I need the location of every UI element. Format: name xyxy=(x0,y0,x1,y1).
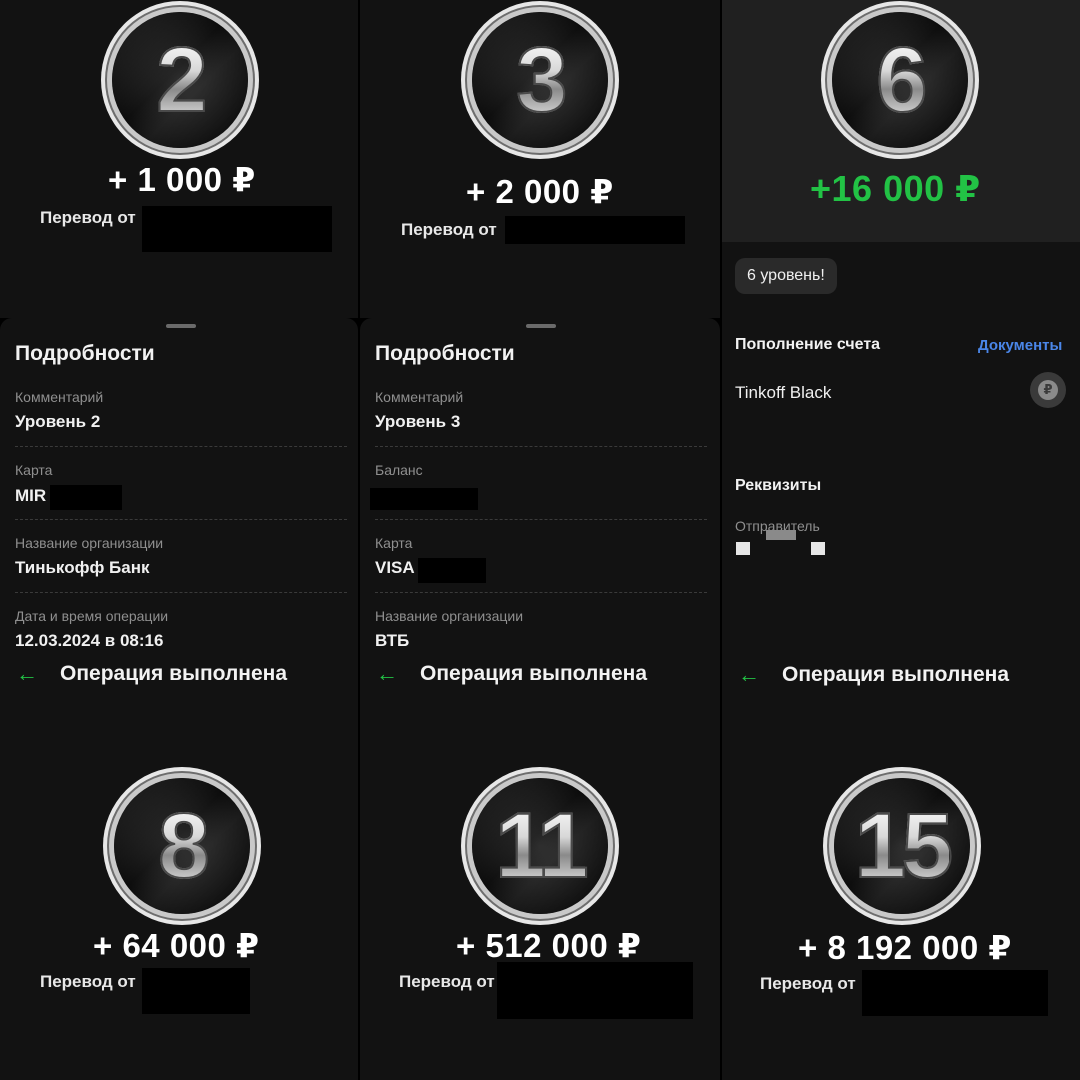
documents-link[interactable]: Документы xyxy=(978,337,1062,354)
level-11-panel: ← Операция выполнена 11 + 512 000 ₽ Пере… xyxy=(360,654,720,1080)
back-arrow-icon[interactable]: ← xyxy=(738,662,782,688)
masked-mark xyxy=(736,542,750,555)
redacted-balance xyxy=(370,488,478,510)
screen-title: Операция выполнена xyxy=(782,663,1010,686)
field-label: Комментарий xyxy=(15,389,104,405)
level-3-badge: 3 xyxy=(472,12,608,148)
field-value: Тинькофф Банк xyxy=(15,558,150,577)
sheet-title: Подробности xyxy=(15,342,155,365)
level-3-panel: 3 + 2 000 ₽ Перевод от xyxy=(360,0,720,318)
from-label: Перевод от xyxy=(40,208,136,227)
divider xyxy=(15,446,347,447)
screen-title: Операция выполнена xyxy=(420,662,648,685)
level-6-panel: 6 +16 000 ₽ xyxy=(722,0,1080,242)
level-number: 3 xyxy=(515,29,568,131)
back-arrow-icon[interactable]: ← xyxy=(376,661,420,687)
level-15-panel: ← Операция выполнена 15 + 8 192 000 ₽ Пе… xyxy=(722,654,1080,1080)
section-title-topup: Пополнение счета xyxy=(735,336,881,353)
from-label: Перевод от xyxy=(760,974,856,993)
amount: +16 000 ₽ xyxy=(810,168,981,209)
level-8-panel: ← Операция выполнена 8 + 64 000 ₽ Перево… xyxy=(0,654,358,1080)
field-value: VISA xyxy=(375,558,415,577)
from-label: Перевод от xyxy=(399,972,495,991)
field-label: Баланс xyxy=(375,462,423,478)
divider xyxy=(375,592,707,593)
from-label: Перевод от xyxy=(40,972,136,991)
level-number: 8 xyxy=(157,795,210,897)
details-sheet-b: Подробности Комментарий Уровень 3 Баланс… xyxy=(360,318,720,654)
field-value: Уровень 2 xyxy=(15,412,101,431)
divider xyxy=(375,446,707,447)
level-6-badge: 6 xyxy=(832,12,968,148)
field-label: Карта xyxy=(15,462,53,478)
account-name: Tinkoff Black xyxy=(735,383,832,402)
tinkoff-details: 6 уровень! Пополнение счета Документы Ti… xyxy=(722,242,1080,654)
back-row: ← Операция выполнена xyxy=(738,655,1009,695)
field-label: Название организации xyxy=(15,535,164,551)
ruble-icon: ₽ xyxy=(1030,372,1066,408)
back-row: ← Операция выполнена xyxy=(376,654,647,694)
redacted-sender xyxy=(142,206,332,252)
divider xyxy=(15,592,347,593)
level-2-panel: 2 + 1 000 ₽ Перевод от xyxy=(0,0,358,318)
redacted-card xyxy=(50,485,122,510)
field-value: MIR xyxy=(15,486,47,505)
amount: + 512 000 ₽ xyxy=(456,927,642,964)
level-number: 15 xyxy=(854,795,954,897)
amount: + 1 000 ₽ xyxy=(108,161,256,198)
redacted-sender xyxy=(497,962,693,1019)
from-label: Перевод от xyxy=(401,220,497,239)
field-value: 12.03.2024 в 08:16 xyxy=(15,631,164,650)
field-label: Дата и время операции xyxy=(15,608,169,624)
redacted-sender xyxy=(142,968,250,1014)
masked-mark xyxy=(811,542,825,555)
sheet-title: Подробности xyxy=(375,342,515,365)
level-number: 2 xyxy=(155,29,208,131)
amount: + 64 000 ₽ xyxy=(93,927,260,964)
level-8-badge: 8 xyxy=(114,778,250,914)
redacted-sender xyxy=(862,970,1048,1016)
back-row: ← Операция выполнена xyxy=(16,654,287,694)
field-value: Уровень 3 xyxy=(375,412,461,431)
level-number: 6 xyxy=(875,29,928,131)
masked-mark xyxy=(766,530,796,540)
field-value: ВТБ xyxy=(375,631,410,650)
level-chip: 6 уровень! xyxy=(735,258,837,294)
level-15-badge: 15 xyxy=(834,778,970,914)
section-title-requisites: Реквизиты xyxy=(735,477,822,494)
divider xyxy=(15,519,347,520)
field-label: Комментарий xyxy=(375,389,464,405)
redacted-card xyxy=(418,558,486,583)
amount: + 2 000 ₽ xyxy=(466,173,614,210)
amount: + 8 192 000 ₽ xyxy=(798,929,1012,966)
back-arrow-icon[interactable]: ← xyxy=(16,661,60,687)
level-2-badge: 2 xyxy=(112,12,248,148)
sheet-handle[interactable] xyxy=(526,324,556,328)
field-label: Карта xyxy=(375,535,413,551)
level-number: 11 xyxy=(494,795,589,897)
details-sheet-a: Подробности Комментарий Уровень 2 Карта … xyxy=(0,318,358,654)
screen-title: Операция выполнена xyxy=(60,662,288,685)
divider xyxy=(375,519,707,520)
redacted-sender xyxy=(505,216,685,244)
sheet-handle[interactable] xyxy=(166,324,196,328)
field-label: Название организации xyxy=(375,608,524,624)
level-11-badge: 11 xyxy=(472,778,608,914)
